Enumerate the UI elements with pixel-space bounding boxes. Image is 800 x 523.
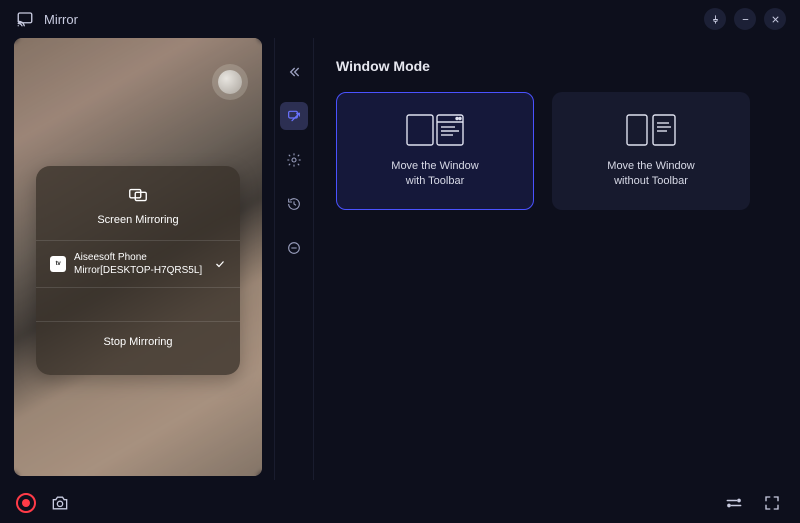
empty-device-slot <box>36 287 240 321</box>
app-title: Mirror <box>44 12 78 27</box>
mode-card-without-toolbar[interactable]: Move the Window without Toolbar <box>552 92 750 210</box>
sidebar <box>274 38 314 480</box>
settings-tab[interactable] <box>280 146 308 174</box>
device-row[interactable]: tv Aiseesoft Phone Mirror[DESKTOP-H7QRS5… <box>36 240 240 287</box>
minimize-button[interactable] <box>734 8 756 30</box>
mirror-icon <box>127 184 149 206</box>
titlebar: Mirror <box>0 0 800 38</box>
screenshot-button[interactable] <box>48 491 72 515</box>
window-without-toolbar-icon <box>625 113 677 147</box>
mode-card-label: Move the Window with Toolbar <box>391 159 478 190</box>
screen-mirroring-card: Screen Mirroring tv Aiseesoft Phone Mirr… <box>36 166 240 375</box>
bottombar <box>0 483 800 523</box>
main-panel: Window Mode Move the Wind <box>314 38 792 480</box>
mode-card-label: Move the Window without Toolbar <box>607 159 694 190</box>
history-tab[interactable] <box>280 190 308 218</box>
pin-button[interactable] <box>704 8 726 30</box>
cast-icon <box>16 10 34 28</box>
fullscreen-button[interactable] <box>760 491 784 515</box>
list-toggle-button[interactable] <box>722 491 746 515</box>
panel-title: Window Mode <box>336 58 770 74</box>
record-button[interactable] <box>16 493 36 513</box>
collapse-sidebar-button[interactable] <box>280 58 308 86</box>
mode-card-with-toolbar[interactable]: Move the Window with Toolbar <box>336 92 534 210</box>
device-name: Aiseesoft Phone Mirror[DESKTOP-H7QRS5L] <box>74 251 206 277</box>
device-badge: tv <box>50 256 66 272</box>
window-mode-tab[interactable] <box>280 102 308 130</box>
stop-mirroring-label: Stop Mirroring <box>103 336 172 348</box>
more-tab[interactable] <box>280 234 308 262</box>
close-button[interactable] <box>764 8 786 30</box>
camera-indicator <box>218 70 242 94</box>
check-icon <box>214 258 226 270</box>
window-with-toolbar-icon <box>405 113 465 147</box>
phone-preview: Screen Mirroring tv Aiseesoft Phone Mirr… <box>14 38 262 476</box>
mirror-card-title: Screen Mirroring <box>97 214 178 226</box>
stop-mirroring-button[interactable]: Stop Mirroring <box>36 321 240 361</box>
